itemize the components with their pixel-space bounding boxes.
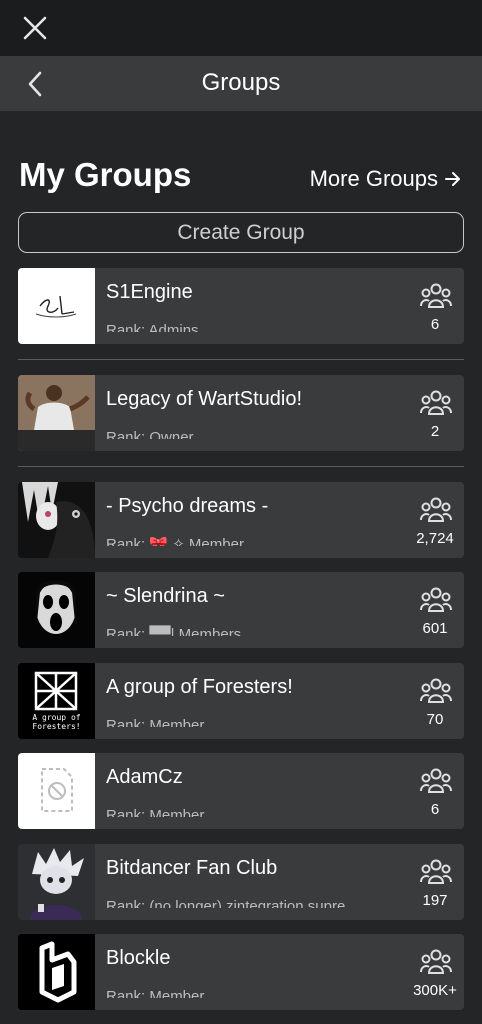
members-icon <box>420 949 452 974</box>
group-rank: Rank: Admins <box>106 322 199 332</box>
foresters-logo-text: A group of Foresters! <box>32 713 81 731</box>
group-card[interactable]: Blockle Rank: Member 300K+ <box>18 934 464 1010</box>
placeholder-image-icon <box>41 768 73 812</box>
more-groups-link[interactable]: More Groups <box>310 166 462 192</box>
person-photo <box>18 375 95 451</box>
group-name: Legacy of WartStudio! <box>106 388 303 410</box>
group-logo <box>18 375 95 451</box>
group-rank: Rank: 🎀 ✧ Member <box>106 536 244 546</box>
close-icon[interactable] <box>20 13 50 43</box>
group-logo <box>18 844 95 920</box>
members-icon <box>420 678 452 703</box>
section-title: My Groups <box>19 156 192 193</box>
member-count: 300K+ <box>413 982 457 999</box>
group-rank: Rank: Member <box>106 807 205 817</box>
arrow-right-icon <box>445 172 460 186</box>
group-name: - Psycho dreams - <box>106 495 269 517</box>
group-rank: Rank: Owner <box>106 429 194 439</box>
group-card[interactable]: AdamCz Rank: Member 6 <box>18 753 464 829</box>
member-count: 6 <box>430 801 440 818</box>
members-icon <box>420 497 452 522</box>
group-card[interactable]: Legacy of WartStudio! Rank: Owner 2 <box>18 375 464 451</box>
group-card[interactable]: A group of Foresters! A group of Foreste… <box>18 663 464 739</box>
group-name: AdamCz <box>106 766 183 788</box>
divider <box>18 359 464 360</box>
nav-bar: Groups <box>0 56 482 111</box>
group-rank: Rank: (no longer) zintegration supre <box>106 898 346 908</box>
members-icon <box>420 283 452 308</box>
create-group-button[interactable]: Create Group <box>18 212 464 253</box>
member-count: 2,724 <box>416 530 454 547</box>
group-card[interactable]: ~ Slendrina ~ Rank: ▀▀| Members 601 <box>18 572 464 648</box>
avatar-character <box>18 844 95 920</box>
member-count: 6 <box>430 316 440 333</box>
member-count: 601 <box>422 620 448 637</box>
group-logo <box>18 482 95 558</box>
ghost-face <box>18 572 95 648</box>
group-name: A group of Foresters! <box>106 676 293 698</box>
group-card[interactable]: Bitdancer Fan Club Rank: (no longer) zin… <box>18 844 464 920</box>
group-rank: Rank: ▀▀| Members <box>106 626 242 636</box>
group-card[interactable]: - Psycho dreams - Rank: 🎀 ✧ Member 2,724 <box>18 482 464 558</box>
member-count: 70 <box>426 711 444 728</box>
group-name: Bitdancer Fan Club <box>106 857 278 879</box>
more-groups-label: More Groups <box>309 166 438 191</box>
group-logo <box>18 934 95 1010</box>
group-logo <box>18 753 95 829</box>
member-count: 197 <box>422 892 448 909</box>
divider <box>18 466 464 467</box>
group-logo: A group of Foresters! <box>18 663 95 739</box>
members-icon <box>420 390 452 415</box>
group-rank: Rank: Member <box>106 717 205 727</box>
group-card[interactable]: S1Engine Rank: Admins 6 <box>18 268 464 344</box>
status-bar <box>0 0 482 56</box>
page-title: Groups <box>201 69 281 96</box>
group-rank: Rank: Member <box>106 988 205 998</box>
group-name: S1Engine <box>106 281 193 303</box>
group-logo <box>18 572 95 648</box>
group-logo <box>18 268 95 344</box>
group-name: ~ Slendrina ~ <box>106 585 225 607</box>
members-icon <box>420 768 452 793</box>
anime-avatar <box>18 482 95 558</box>
member-count: 2 <box>430 423 440 440</box>
signature-logo <box>35 295 77 318</box>
members-icon <box>420 859 452 884</box>
members-icon <box>420 587 452 612</box>
group-name: Blockle <box>106 947 171 969</box>
blockle-logo <box>18 934 95 1010</box>
